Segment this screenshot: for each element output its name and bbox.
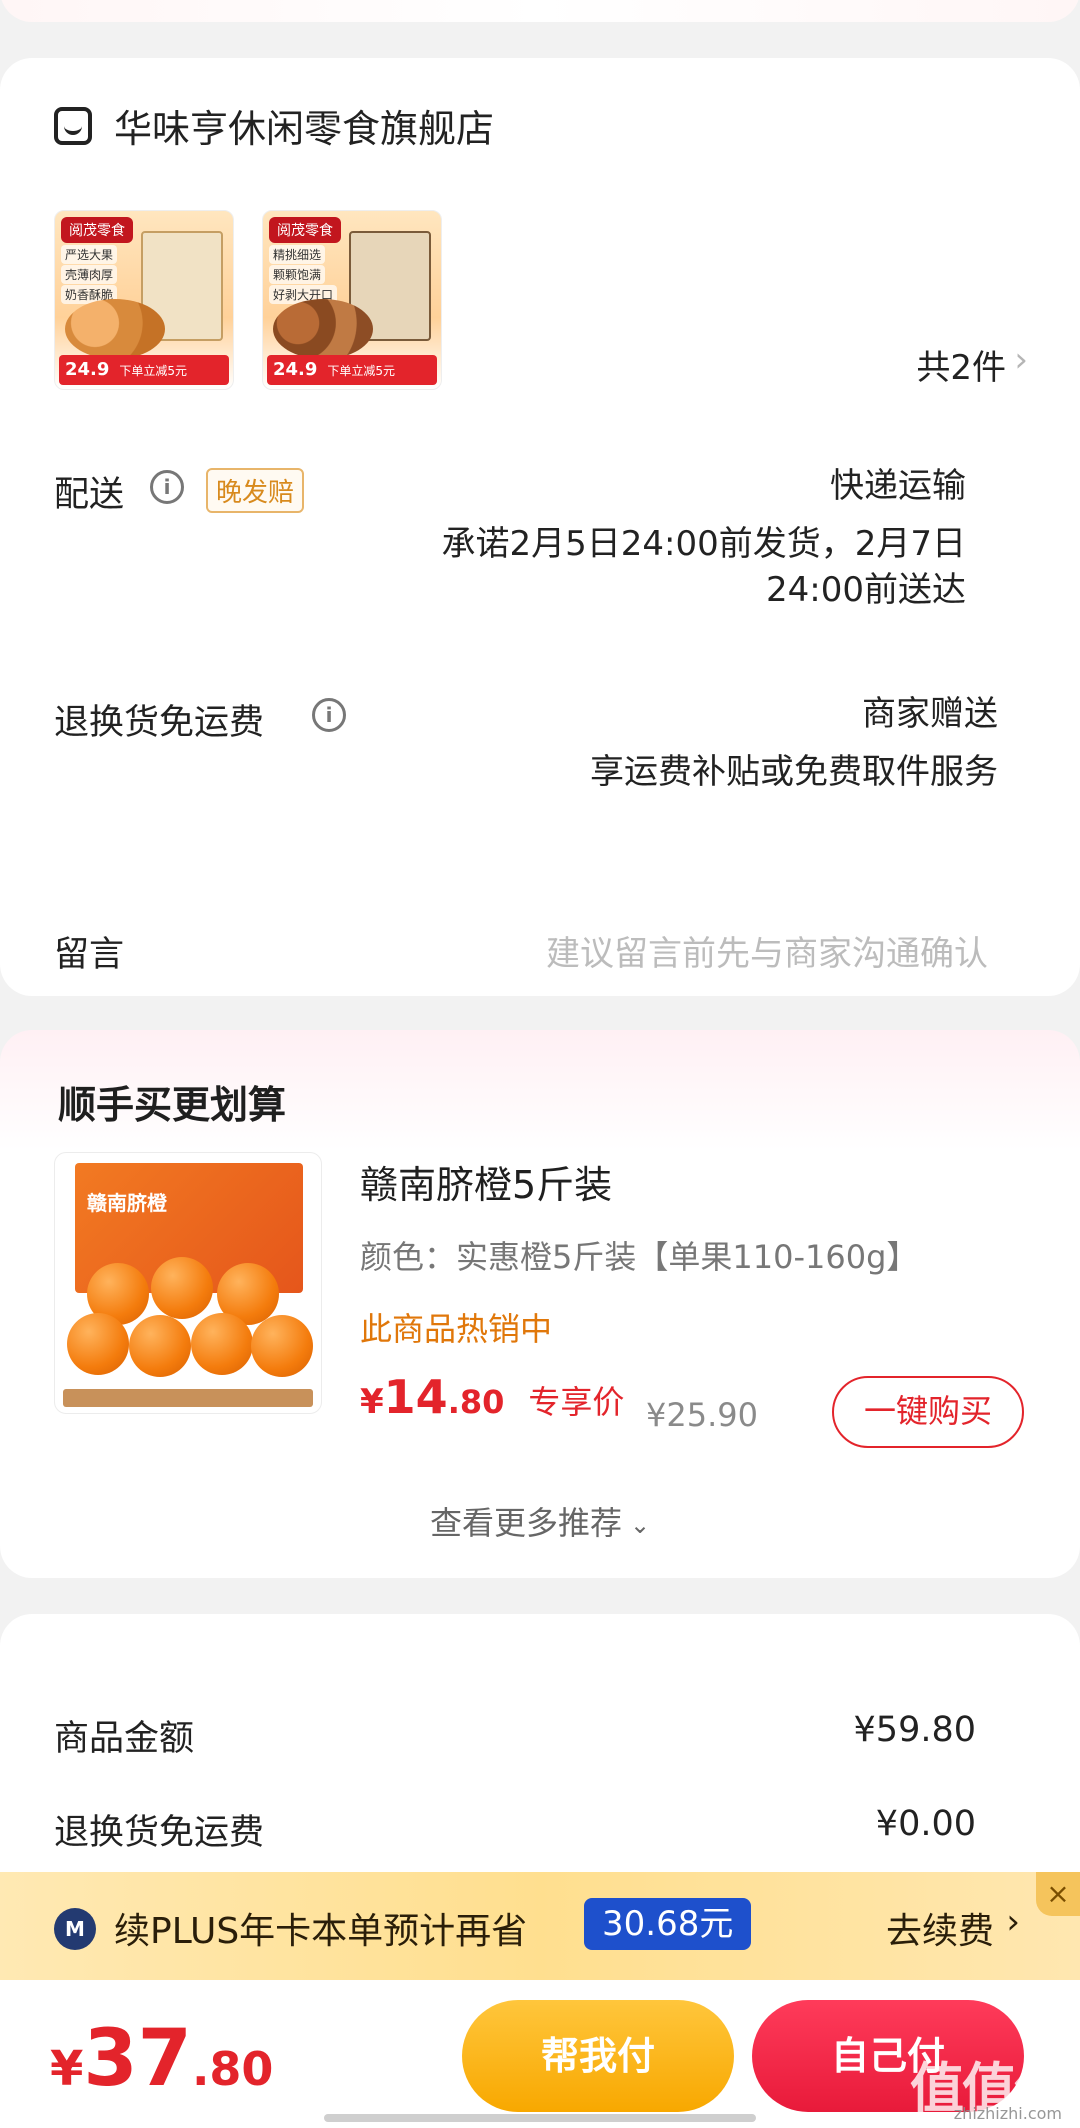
more-recommend-link[interactable]: 查看更多推荐 ⌄ [0, 1498, 1080, 1544]
store-icon [54, 106, 92, 145]
total-price-decimal: .80 [191, 2042, 274, 2096]
thumbnail-brand: 阅茂零食 [269, 217, 341, 243]
thumbnail-price: 24.9 [273, 359, 318, 380]
thumbnail-brand: 阅茂零食 [61, 217, 133, 243]
exclusive-price-tag: 专享价 [528, 1383, 625, 1421]
goods-amount-label: 商品金额 [54, 1719, 195, 1759]
recommend-title: 顺手买更划算 [58, 1083, 287, 1127]
delivery-method: 快递运输 [830, 466, 966, 506]
info-icon[interactable]: i [312, 698, 346, 732]
recommend-card: 顺手买更划算 赣南脐橙 赣南脐橙5斤装 颜色：实惠橙5斤装【单果110-160g… [0, 1030, 1080, 1578]
price-decimal: .80 [447, 1383, 505, 1421]
chevron-right-icon[interactable]: › [1006, 1902, 1020, 1942]
thumbnail-feature: 壳薄肉厚 [61, 265, 118, 284]
message-label: 留言 [54, 935, 125, 975]
tray-image [63, 1389, 313, 1407]
box-label: 赣南脐橙 [87, 1191, 167, 1215]
nuts-image [273, 299, 373, 359]
thumbnail-price: 24.9 [65, 359, 110, 380]
plus-saving-amount: 30.68元 [584, 1898, 752, 1950]
return-free-fee-value: ¥0.00 [875, 1804, 976, 1844]
thumbnail-feature: 严选大果 [61, 245, 118, 264]
orange-product-image[interactable]: 赣南脐橙 [54, 1152, 322, 1414]
return-free-label: 退换货免运费 [54, 703, 265, 743]
store-header[interactable]: 华味亨休闲零食旗舰店 [54, 98, 494, 153]
one-click-buy-button[interactable]: 一键购买 [832, 1376, 1024, 1448]
help-me-pay-button[interactable]: 帮我付 [462, 2000, 734, 2112]
nuts-image [65, 299, 165, 359]
product-thumbnail[interactable]: 阅茂零食 精挑细选 颗颗饱满 好剥大开口 24.9 下单立减5元 [262, 210, 442, 390]
chevron-right-icon[interactable]: › [1014, 340, 1028, 380]
total-price: ¥ 37 .80 [50, 2014, 273, 2104]
recommend-product-name[interactable]: 赣南脐橙5斤装 [360, 1154, 612, 1209]
plus-logo-icon: M [54, 1908, 96, 1950]
plus-renewal-banner[interactable]: M 续PLUS年卡本单预计再省 30.68元 去续费 › × [0, 1872, 1080, 1980]
thumbnail-feature: 精挑细选 [269, 245, 326, 264]
return-free-value: 商家赠送 [862, 694, 998, 734]
item-count[interactable]: 共2件 [916, 340, 1006, 389]
info-icon[interactable]: i [150, 470, 184, 504]
return-free-fee-label: 退换货免运费 [54, 1813, 265, 1853]
return-free-detail: 享运费补贴或免费取件服务 [590, 752, 998, 792]
recommend-product-spec: 颜色：实惠橙5斤装【单果110-160g】 [360, 1238, 919, 1276]
plus-renew-link[interactable]: 去续费 [886, 1902, 994, 1954]
watermark-url: zhizhizhi.com [953, 2104, 1062, 2123]
hot-sale-label: 此商品热销中 [360, 1310, 553, 1348]
previous-card-edge [0, 0, 1080, 22]
home-indicator[interactable] [324, 2114, 756, 2122]
plus-renewal-text: 续PLUS年卡本单预计再省 [114, 1911, 528, 1952]
price-symbol: ¥ [360, 1382, 384, 1422]
delivery-promise-line1: 承诺2月5日24:00前发货，2月7日 [441, 524, 966, 564]
original-price: ¥25.90 [646, 1396, 758, 1434]
close-icon[interactable]: × [1036, 1872, 1080, 1916]
price-integer: 14 [383, 1370, 448, 1424]
more-recommend-label: 查看更多推荐 [429, 1504, 622, 1542]
delivery-promise-line2: 24:00前送达 [766, 570, 966, 610]
goods-amount-value: ¥59.80 [853, 1710, 976, 1750]
product-thumbnail[interactable]: 阅茂零食 严选大果 壳薄肉厚 奶香酥脆 24.9 下单立减5元 [54, 210, 234, 390]
thumbnail-promo: 下单立减5元 [119, 364, 188, 378]
late-ship-badge: 晚发赔 [206, 468, 305, 513]
product-thumbnails[interactable]: 阅茂零食 严选大果 壳薄肉厚 奶香酥脆 24.9 下单立减5元 阅茂零食 精挑细选… [54, 210, 442, 390]
recommend-price: ¥ 14 .80 专享价 [360, 1370, 624, 1424]
thumbnail-price-strip: 24.9 下单立减5元 [267, 355, 437, 385]
thumbnail-price-strip: 24.9 下单立减5元 [59, 355, 229, 385]
total-price-integer: 37 [83, 2014, 192, 2104]
total-price-symbol: ¥ [50, 2041, 84, 2097]
chevron-down-icon: ⌄ [629, 1511, 651, 1539]
oranges-image [67, 1253, 313, 1393]
message-input[interactable]: 建议留言前先与商家沟通确认 [546, 926, 988, 975]
thumbnail-promo: 下单立减5元 [327, 364, 396, 378]
delivery-label: 配送 [54, 475, 125, 515]
store-order-card: 华味亨休闲零食旗舰店 阅茂零食 严选大果 壳薄肉厚 奶香酥脆 24.9 下单立减5… [0, 58, 1080, 996]
thumbnail-feature: 颗颗饱满 [269, 265, 326, 284]
store-name[interactable]: 华味亨休闲零食旗舰店 [114, 98, 494, 153]
